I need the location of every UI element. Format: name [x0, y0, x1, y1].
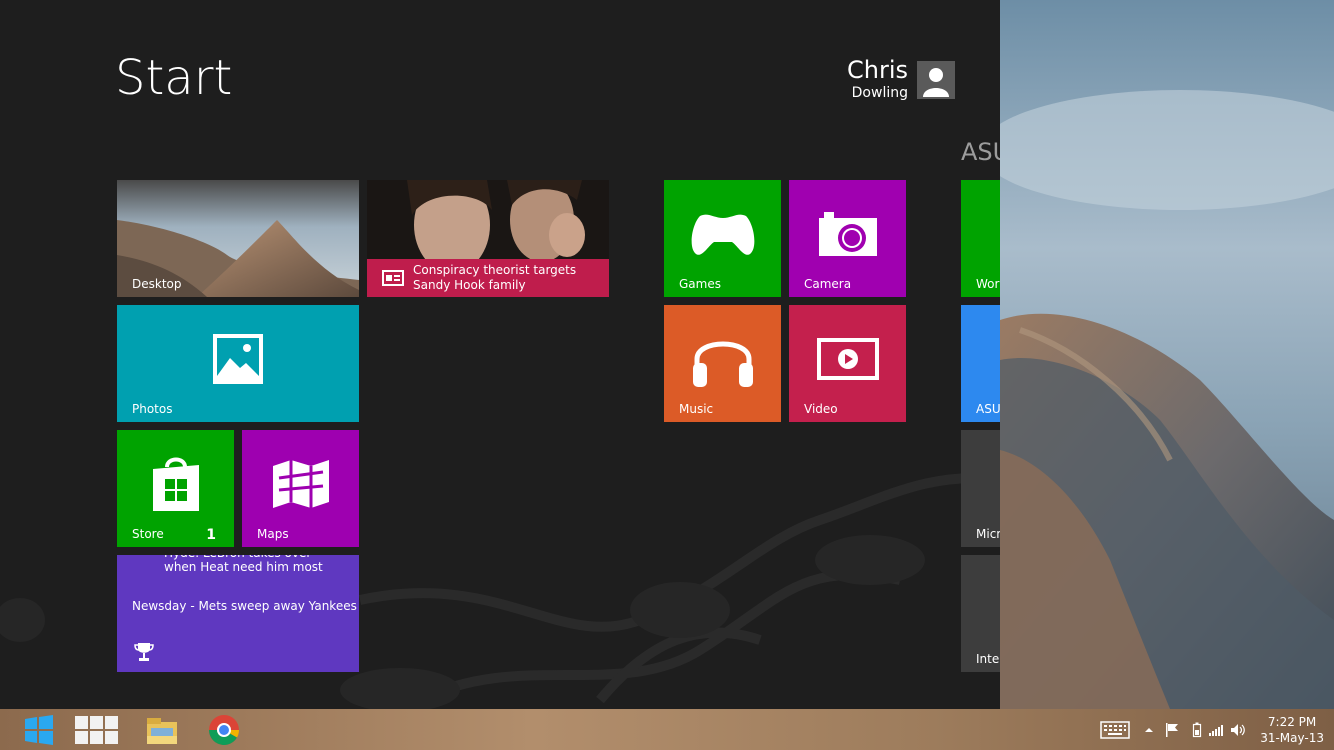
news-headline: Conspiracy theorist targets Sandy Hook f…	[413, 263, 577, 292]
tile-microsoft[interactable]: Micro	[961, 430, 1000, 547]
tile-store[interactable]: Store 1	[117, 430, 234, 547]
file-explorer-icon	[147, 717, 177, 744]
tile-label: Camera	[804, 277, 852, 291]
tile-news[interactable]: Conspiracy theorist targets Sandy Hook f…	[367, 180, 609, 297]
start-screen: Start Chris Dowling ASUS	[0, 0, 1000, 709]
tile-sport[interactable]: Hyde: LeBron takes over when Heat need h…	[117, 555, 359, 672]
tile-label: Maps	[257, 527, 289, 541]
tile-label: Desktop	[132, 277, 182, 291]
desktop-wallpaper	[1000, 0, 1334, 709]
clock-time: 7:22 PM	[1267, 714, 1317, 729]
group-title-asus: ASUS	[961, 138, 1000, 166]
show-hidden-icons-icon[interactable]	[1144, 725, 1154, 735]
tile-music[interactable]: Music	[664, 305, 781, 422]
battery-icon[interactable]	[1192, 722, 1202, 738]
tile-label: ASUS	[976, 402, 1000, 416]
tile-camera[interactable]: Camera	[789, 180, 906, 297]
tile-asus-world[interactable]: World	[961, 180, 1000, 297]
tile-video[interactable]: Video	[789, 305, 906, 422]
tile-photos[interactable]: Photos	[117, 305, 359, 422]
headphones-icon	[692, 341, 753, 387]
news-caption-bar: Conspiracy theorist targets Sandy Hook f…	[367, 259, 609, 297]
windows-start-icon	[25, 714, 53, 745]
tile-asus-app[interactable]: ASUS	[961, 305, 1000, 422]
apps-grid-icon	[75, 715, 118, 744]
camera-icon	[818, 211, 877, 256]
user-account[interactable]: Chris Dowling	[847, 57, 955, 103]
tile-desktop[interactable]: Desktop	[117, 180, 359, 297]
maps-icon	[272, 459, 329, 508]
tile-label: Video	[804, 402, 838, 416]
trophy-icon	[134, 643, 154, 661]
clock-date: 31-May-13	[1260, 730, 1324, 745]
start-title: Start	[115, 50, 233, 106]
touch-keyboard-icon[interactable]	[1100, 720, 1130, 739]
apps-button[interactable]	[72, 709, 120, 750]
avatar	[917, 61, 955, 99]
tile-label: Games	[679, 277, 721, 291]
tile-label: Store	[132, 527, 164, 541]
store-update-badge: 1	[206, 527, 216, 543]
tile-label: Music	[679, 402, 714, 416]
store-bag-icon	[152, 457, 199, 511]
tile-label: Micro	[976, 527, 1000, 541]
system-tray: 7:22 PM 31-May-13	[1100, 709, 1334, 750]
video-icon	[816, 337, 879, 380]
sport-headline-bottom: Newsday - Mets sweep away Yankees	[132, 599, 357, 613]
user-last-name: Dowling	[851, 85, 908, 101]
photos-icon	[213, 333, 263, 384]
tile-label: World	[976, 277, 1000, 291]
action-center-flag-icon[interactable]	[1164, 722, 1180, 738]
tile-intel[interactable]: Intel	[961, 555, 1000, 672]
wifi-signal-icon[interactable]	[1208, 723, 1224, 737]
tile-maps[interactable]: Maps	[242, 430, 359, 547]
volume-icon[interactable]	[1230, 722, 1246, 738]
clock[interactable]: 7:22 PM 31-May-13	[1260, 714, 1324, 746]
news-icon	[382, 270, 404, 286]
tile-games[interactable]: Games	[664, 180, 781, 297]
user-first-name: Chris	[846, 56, 908, 84]
sport-headline-top: Hyde: LeBron takes over when Heat need h…	[164, 555, 323, 574]
taskbar: 7:22 PM 31-May-13	[0, 709, 1334, 750]
wallpaper-image	[1000, 0, 1334, 709]
start-button[interactable]	[18, 709, 60, 750]
news-photo	[367, 180, 609, 260]
chrome-button[interactable]	[202, 709, 246, 750]
xbox-controller-icon	[691, 214, 754, 255]
user-silhouette-icon	[923, 68, 949, 97]
tile-label: Photos	[132, 402, 173, 416]
tile-label: Intel	[976, 652, 1000, 666]
file-explorer-button[interactable]	[140, 709, 184, 750]
chrome-icon	[209, 714, 240, 745]
